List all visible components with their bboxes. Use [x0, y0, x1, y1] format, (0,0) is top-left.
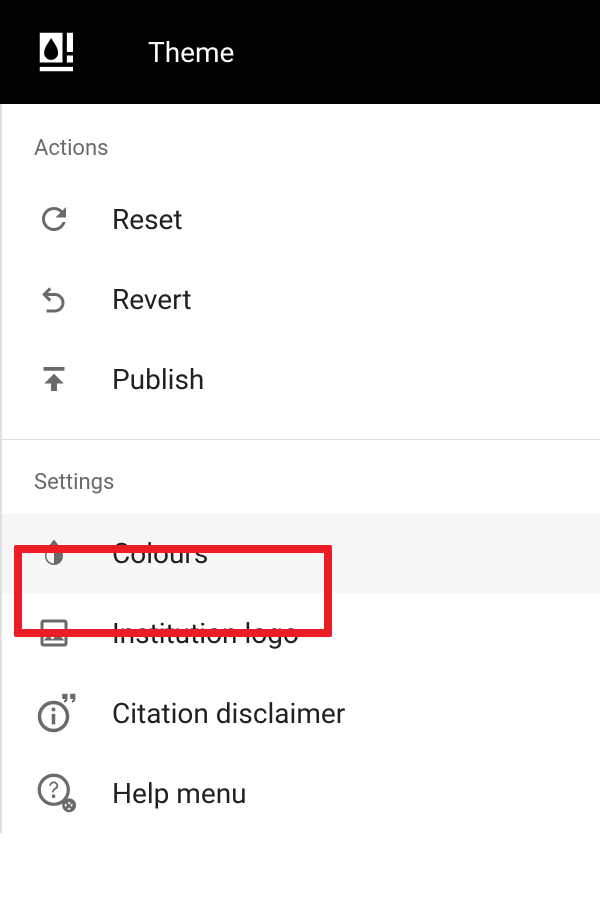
reset-action[interactable]: Reset	[2, 179, 600, 259]
page-title: Theme	[148, 36, 234, 69]
publish-action[interactable]: Publish	[2, 339, 600, 419]
revert-icon	[36, 281, 88, 317]
reset-icon	[36, 201, 88, 237]
revert-action[interactable]: Revert	[2, 259, 600, 339]
citation-icon	[36, 692, 88, 734]
sidebar-content: Actions Reset Revert Publish Settings	[0, 104, 600, 833]
publish-icon	[36, 361, 88, 397]
settings-header: Settings	[2, 470, 600, 513]
section-divider	[2, 439, 600, 440]
publish-label: Publish	[88, 363, 204, 396]
actions-list: Reset Revert Publish	[2, 179, 600, 419]
institution-logo-label: Institution logo	[88, 617, 299, 650]
citation-disclaimer-label: Citation disclaimer	[88, 697, 345, 730]
settings-list: Colours Institution logo Citation discla…	[2, 513, 600, 833]
citation-disclaimer-setting[interactable]: Citation disclaimer	[2, 673, 600, 753]
help-menu-icon	[36, 772, 88, 814]
colours-icon	[36, 535, 88, 571]
image-icon	[36, 615, 88, 651]
revert-label: Revert	[88, 283, 192, 316]
help-menu-label: Help menu	[88, 777, 247, 810]
actions-header: Actions	[2, 136, 600, 179]
app-header: Theme	[0, 0, 600, 104]
theme-icon	[38, 31, 80, 73]
institution-logo-setting[interactable]: Institution logo	[2, 593, 600, 673]
reset-label: Reset	[88, 203, 183, 236]
colours-label: Colours	[88, 537, 208, 570]
help-menu-setting[interactable]: Help menu	[2, 753, 600, 833]
colours-setting[interactable]: Colours	[2, 513, 600, 593]
